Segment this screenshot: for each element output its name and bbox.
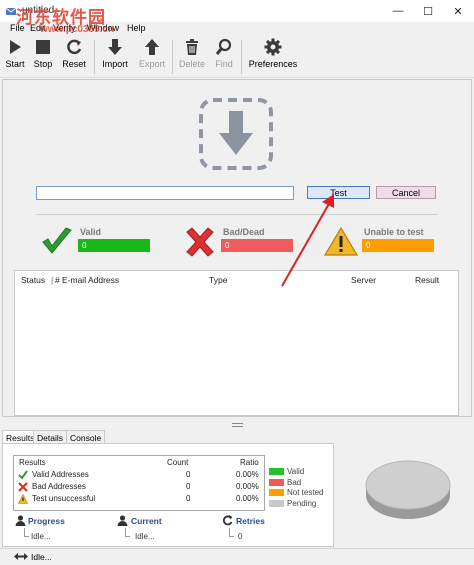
cross-icon xyxy=(18,482,28,492)
export-arrow-icon xyxy=(145,39,159,55)
user-icon xyxy=(15,515,26,526)
magnifier-icon xyxy=(215,38,232,55)
play-icon xyxy=(10,40,21,54)
results-pie-chart xyxy=(360,455,456,527)
maximize-button[interactable]: ☐ xyxy=(413,0,443,22)
toolbar-separator xyxy=(94,40,95,74)
toolbar-separator xyxy=(172,40,173,74)
tree-connector xyxy=(125,528,130,537)
summary-unsuccessful-ratio: 0.00% xyxy=(236,494,259,503)
summary-valid-ratio: 0.00% xyxy=(236,470,259,479)
column-email[interactable]: E-mail Address xyxy=(62,275,119,285)
unable-label: Unable to test xyxy=(364,227,424,237)
minimize-button[interactable]: — xyxy=(383,0,413,22)
column-server[interactable]: Server xyxy=(351,275,376,285)
summary-valid-count: 0 xyxy=(186,470,191,479)
start-button[interactable]: Start xyxy=(4,38,26,76)
column-separator: | xyxy=(51,275,54,285)
check-icon xyxy=(18,470,28,480)
refresh-icon xyxy=(67,39,82,55)
start-label: Start xyxy=(5,59,25,69)
legend-pending-label: Pending xyxy=(287,499,317,508)
bad-cross-icon xyxy=(184,227,216,257)
legend-valid-swatch xyxy=(269,468,284,475)
status-bar: Idle... xyxy=(0,548,474,565)
menu-file[interactable]: File xyxy=(10,23,25,33)
summary-unsuccessful-count: 0 xyxy=(186,494,191,503)
summary-header-count: Count xyxy=(167,458,189,467)
legend-not-tested-label: Not tested xyxy=(287,488,324,497)
annotation-arrow xyxy=(278,190,342,290)
user-icon xyxy=(117,515,128,526)
column-status[interactable]: Status xyxy=(21,275,45,285)
download-drop-icon xyxy=(199,98,273,170)
watermark-url: www.pc0359.cn xyxy=(40,24,115,35)
results-table[interactable]: Status | # E-mail Address Type Server Re… xyxy=(14,270,459,416)
import-label: Import xyxy=(102,59,128,69)
current-label: Current xyxy=(131,516,162,526)
stop-icon xyxy=(36,40,50,54)
unable-count-bar: 0 xyxy=(362,239,434,252)
toolbar: Start Stop Reset Import Export Delete Fi… xyxy=(0,36,474,78)
export-label: Export xyxy=(138,59,165,69)
tab-console[interactable]: Console xyxy=(66,430,106,444)
column-result[interactable]: Result xyxy=(415,275,439,285)
find-button[interactable]: Find xyxy=(212,38,236,76)
import-button[interactable]: Import xyxy=(99,38,131,76)
valid-label: Valid xyxy=(80,227,102,237)
legend-bad-swatch xyxy=(269,479,284,486)
tab-details[interactable]: Details xyxy=(33,430,67,444)
tree-connector xyxy=(24,528,29,537)
email-input[interactable] xyxy=(36,186,294,200)
summary-header-results: Results xyxy=(19,458,46,467)
legend-pending-swatch xyxy=(269,500,284,507)
cancel-button[interactable]: Cancel xyxy=(376,186,436,199)
reset-label: Reset xyxy=(62,59,86,69)
preferences-button[interactable]: Preferences xyxy=(248,38,298,76)
summary-unsuccessful-label: Test unsuccessful xyxy=(32,494,96,503)
summary-valid-label: Valid Addresses xyxy=(32,470,89,479)
stop-button[interactable]: Stop xyxy=(32,38,54,76)
delete-label: Delete xyxy=(178,59,205,69)
progress-value: Idle... xyxy=(31,532,51,541)
legend-bad-label: Bad xyxy=(287,478,302,487)
tree-connector xyxy=(229,528,234,537)
find-label: Find xyxy=(215,59,233,69)
legend-valid-label: Valid xyxy=(287,467,305,476)
delete-button[interactable]: Delete xyxy=(177,38,207,76)
menu-help[interactable]: Help xyxy=(127,23,146,33)
retries-label: Retries xyxy=(236,516,265,526)
title-bar: untitled 河东软件园 — ☐ ✕ xyxy=(0,0,474,27)
summary-header-ratio: Ratio xyxy=(240,458,259,467)
summary-bad-count: 0 xyxy=(186,482,191,491)
drop-zone[interactable] xyxy=(197,97,275,171)
stop-label: Stop xyxy=(33,59,53,69)
close-button[interactable]: ✕ xyxy=(443,0,473,22)
bad-label: Bad/Dead xyxy=(223,227,265,237)
gear-icon xyxy=(264,38,282,56)
toolbar-separator xyxy=(241,40,242,74)
current-value: Idle... xyxy=(135,532,155,541)
summary-bad-label: Bad Addresses xyxy=(32,482,86,491)
import-arrow-icon xyxy=(108,39,122,55)
column-number[interactable]: # xyxy=(55,275,60,285)
export-button[interactable]: Export xyxy=(137,38,167,76)
trash-icon xyxy=(186,39,198,55)
valid-check-icon xyxy=(40,227,74,257)
panel-splitter[interactable] xyxy=(232,423,243,427)
status-text: Idle... xyxy=(31,552,52,562)
progress-label: Progress xyxy=(28,516,65,526)
legend-not-tested-swatch xyxy=(269,489,284,496)
divider xyxy=(36,214,438,215)
column-type[interactable]: Type xyxy=(209,275,227,285)
preferences-label: Preferences xyxy=(248,59,298,69)
retries-value: 0 xyxy=(238,532,243,541)
retry-icon xyxy=(222,514,233,526)
valid-count-bar: 0 xyxy=(78,239,150,252)
summary-table: Results Count Ratio Valid Addresses 0 0.… xyxy=(13,455,265,511)
summary-bad-ratio: 0.00% xyxy=(236,482,259,491)
network-arrows-icon xyxy=(14,552,28,561)
warning-small-icon xyxy=(18,493,28,504)
reset-button[interactable]: Reset xyxy=(61,38,87,76)
